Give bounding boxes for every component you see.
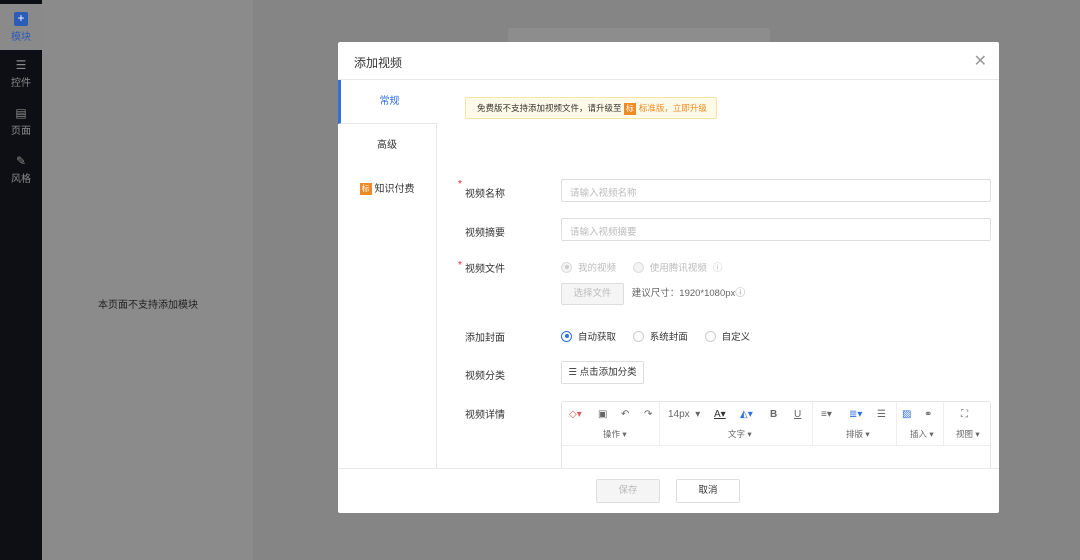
- tab-label: 知识付费: [374, 184, 415, 195]
- plus-square-icon: +: [14, 12, 28, 26]
- upgrade-notice: 免费版不支持添加视频文件，请升级至 标标准版，立即升级: [465, 97, 717, 119]
- toolbar-group-insert: ▨ ⚭ 插入 ▾: [897, 402, 944, 446]
- undo-icon[interactable]: ↶: [621, 409, 629, 420]
- radio-custom-cover[interactable]: 自定义: [704, 329, 751, 343]
- video-summary-input[interactable]: 请输入视频摘要: [561, 218, 991, 241]
- sidebar-item-style[interactable]: ✎ 风格: [0, 154, 42, 185]
- toolbar-group-layout: ≡▾ ≣▾ ☰ 排版 ▾: [813, 402, 897, 446]
- edition-name: 标准版，: [638, 103, 673, 113]
- choose-file-button[interactable]: 选择文件: [561, 283, 624, 305]
- button-label: 点击添加分类: [579, 367, 637, 378]
- tab-list: 常规 高级 标知识付费: [338, 80, 438, 468]
- field-label: 视频分类: [465, 371, 505, 382]
- rich-text-editor: ◇▾ ▣ ↶ ↷ 操作 ▾ 14px ▾ A▾ ◭▾ B U 文字 ▾ ≡▾ ≣…: [561, 401, 991, 468]
- radio-label: 系统封面: [649, 332, 688, 343]
- toolbar-group-label[interactable]: 视图 ▾: [956, 428, 980, 440]
- editor-toolbar: ◇▾ ▣ ↶ ↷ 操作 ▾ 14px ▾ A▾ ◭▾ B U 文字 ▾ ≡▾ ≣…: [562, 402, 990, 446]
- image-icon[interactable]: ▨: [902, 409, 911, 420]
- dialog-footer: 保存 取消: [338, 468, 999, 513]
- underline-icon[interactable]: U: [794, 409, 801, 420]
- eraser-icon[interactable]: ◇▾: [569, 409, 582, 420]
- link-icon[interactable]: ⚭: [924, 409, 932, 420]
- radio-circle: [561, 330, 572, 342]
- save-button[interactable]: 保存: [596, 479, 660, 503]
- toolbar-group-label[interactable]: 排版 ▾: [846, 428, 870, 440]
- sidebar-item-label: 页面: [11, 126, 31, 137]
- radio-auto-cover[interactable]: 自动获取: [561, 329, 616, 343]
- indent-icon[interactable]: ≣▾: [849, 409, 862, 420]
- dialog-header: 添加视频 ✕: [338, 42, 999, 80]
- page-icon: ▤: [15, 106, 27, 120]
- size-hint: 建议尺寸：1920*1080px: [631, 288, 736, 299]
- standard-badge: 标: [359, 183, 372, 196]
- close-icon[interactable]: ✕: [974, 51, 987, 71]
- upgrade-link[interactable]: 立即升级: [673, 103, 707, 113]
- tab-general[interactable]: 常规: [338, 80, 438, 124]
- field-label: 添加封面: [465, 333, 505, 344]
- video-name-input[interactable]: 请输入视频名称: [561, 179, 991, 202]
- editor-body[interactable]: [562, 446, 990, 468]
- field-label: 视频名称: [465, 189, 505, 200]
- toolbar-group-view: ⛶ 视图 ▾: [944, 402, 991, 446]
- toolbar-group-label[interactable]: 插入 ▾: [910, 428, 934, 440]
- magic-wand-icon: ✎: [15, 154, 27, 168]
- sidebar-item-label: 模块: [11, 32, 31, 43]
- redo-icon[interactable]: ↷: [644, 409, 652, 420]
- radio-circle: [561, 261, 572, 273]
- radio-circle: [632, 261, 644, 273]
- fullscreen-icon[interactable]: ⛶: [961, 409, 968, 420]
- radio-circle: [704, 330, 716, 342]
- sidebar-item-pages[interactable]: ▤ 页面: [0, 106, 42, 137]
- toolbar-group-label[interactable]: 文字 ▾: [728, 428, 752, 440]
- sidebar-item-controls[interactable]: ☰ 控件: [0, 58, 42, 89]
- module-panel: 本页面不支持添加模块: [42, 0, 253, 560]
- general-form: 免费版不支持添加视频文件，请升级至 标标准版，立即升级 * 视频名称 请输入视频…: [438, 80, 999, 468]
- radio-label: 自定义: [721, 332, 751, 343]
- radio-label: 我的视频: [578, 263, 617, 274]
- tab-paid-knowledge[interactable]: 标知识付费: [338, 168, 436, 212]
- document-icon[interactable]: ▣: [598, 409, 607, 420]
- required-marker: *: [458, 179, 462, 190]
- sliders-icon: ☰: [15, 58, 27, 72]
- font-color-icon[interactable]: A▾: [714, 409, 726, 420]
- field-label: 视频摘要: [465, 228, 505, 239]
- bold-icon[interactable]: B: [770, 409, 777, 420]
- add-category-button[interactable]: ☰ 点击添加分类: [561, 361, 644, 384]
- sidebar: + 模块 ☰ 控件 ▤ 页面 ✎ 风格: [0, 0, 42, 560]
- toolbar-group-actions: ◇▾ ▣ ↶ ↷ 操作 ▾: [562, 402, 660, 446]
- radio-my-video[interactable]: 我的视频: [561, 260, 616, 274]
- toolbar-group-text: 14px ▾ A▾ ◭▾ B U 文字 ▾: [660, 402, 813, 446]
- align-icon[interactable]: ≡▾: [821, 409, 832, 420]
- tab-label: 常规: [379, 96, 400, 107]
- notice-text: 免费版不支持添加视频文件，请升级至: [477, 103, 622, 113]
- cancel-button[interactable]: 取消: [676, 479, 740, 503]
- font-size-select[interactable]: 14px ▾: [668, 409, 700, 420]
- info-icon: ⓘ: [735, 288, 746, 299]
- radio-system-cover[interactable]: 系统封面: [632, 329, 688, 343]
- sidebar-item-label: 风格: [11, 174, 31, 185]
- info-icon: ⓘ: [712, 263, 723, 274]
- required-marker: *: [458, 260, 462, 271]
- standard-badge: 标: [623, 102, 636, 115]
- toolbar-group-label[interactable]: 操作 ▾: [603, 428, 627, 440]
- dialog-title: 添加视频: [354, 56, 403, 70]
- sidebar-item-modules[interactable]: + 模块: [0, 4, 42, 50]
- field-label: 视频文件: [465, 264, 505, 275]
- radio-label: 使用腾讯视频: [649, 263, 707, 274]
- line-height-icon[interactable]: ☰: [877, 409, 886, 420]
- list-icon: ☰: [568, 367, 580, 378]
- highlight-icon[interactable]: ◭▾: [740, 409, 753, 420]
- tab-label: 高级: [377, 140, 397, 151]
- radio-tencent-video[interactable]: 使用腾讯视频 ⓘ: [632, 260, 723, 274]
- radio-label: 自动获取: [578, 332, 617, 343]
- radio-circle: [632, 330, 644, 342]
- sidebar-item-label: 控件: [11, 78, 31, 89]
- field-label: 视频详情: [465, 410, 505, 421]
- add-video-dialog: 添加视频 ✕ 常规 高级 标知识付费 免费版不支持添加视频文件，请升级至 标标准…: [338, 42, 999, 513]
- empty-message: 本页面不支持添加模块: [98, 300, 198, 311]
- tab-advanced[interactable]: 高级: [338, 124, 436, 168]
